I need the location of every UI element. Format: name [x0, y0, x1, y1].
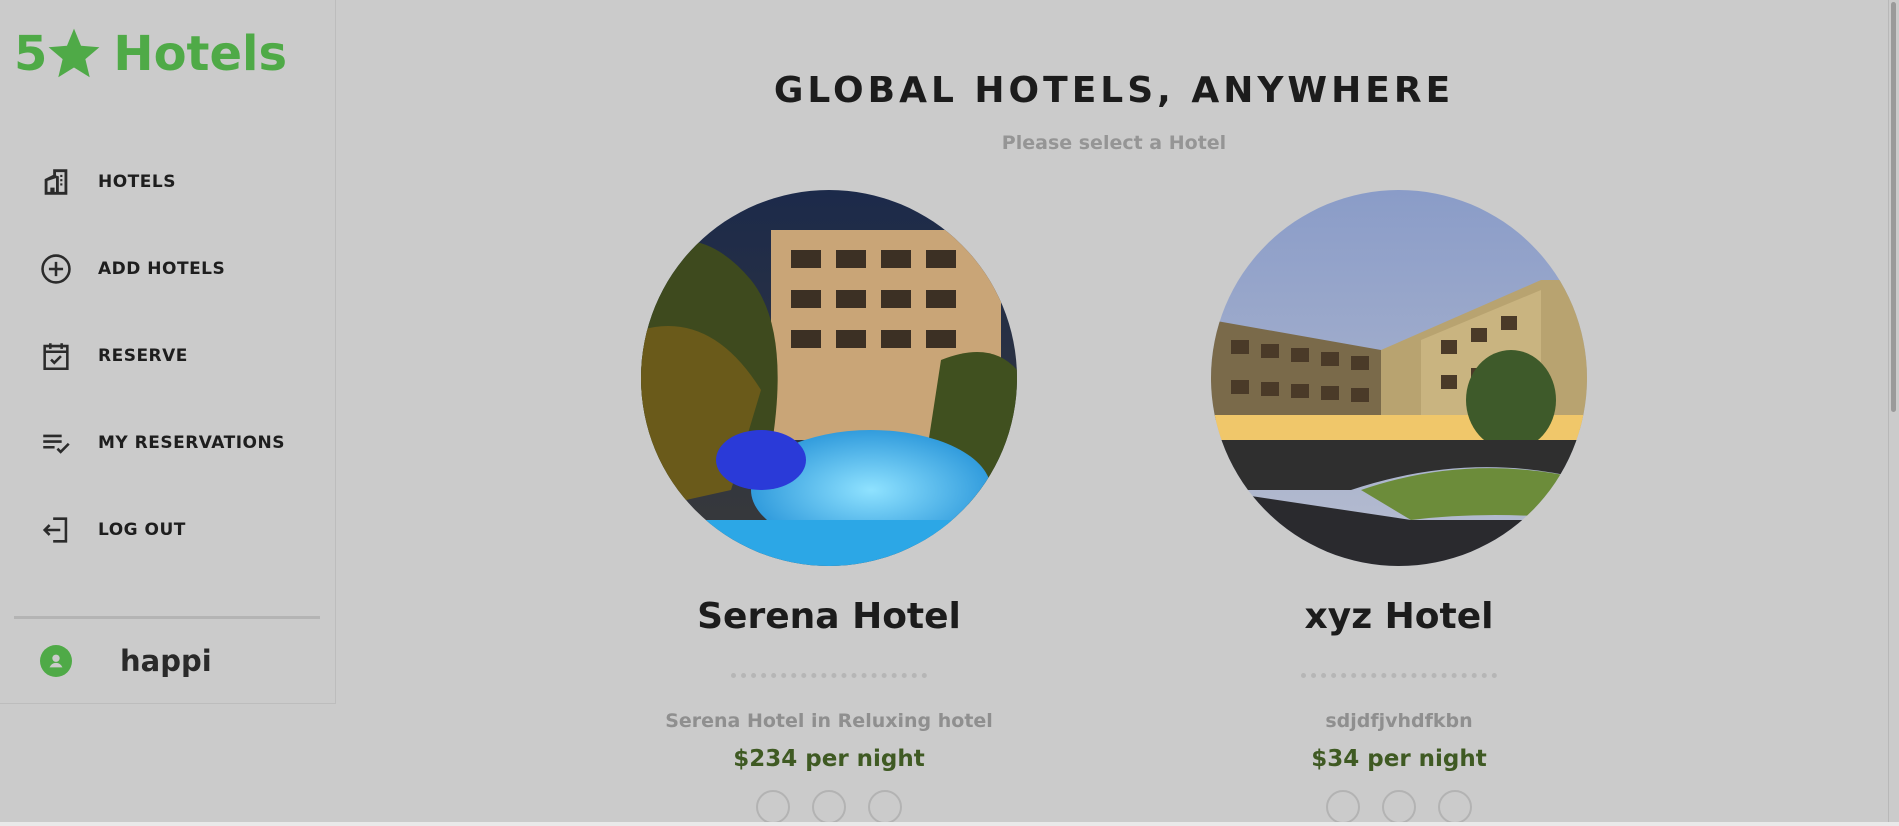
sidebar-item-label: MY RESERVATIONS: [98, 433, 285, 453]
calendar-check-icon: [38, 338, 74, 374]
hotel-card[interactable]: xyz Hotel sdjdfjvhdfkbn $34 per night: [1209, 190, 1589, 824]
dotted-divider: [1301, 673, 1497, 678]
sidebar-item-reserve[interactable]: RESERVE: [0, 326, 336, 386]
dotted-divider: [731, 673, 927, 678]
plus-circle-icon: [38, 251, 74, 287]
sidebar-item-label: RESERVE: [98, 346, 188, 366]
social-icon[interactable]: [1438, 790, 1472, 824]
brand-logo[interactable]: 5 Hotels: [14, 14, 287, 94]
hotel-price: $234 per night: [733, 746, 925, 772]
sidebar-item-label: ADD HOTELS: [98, 259, 226, 279]
hotel-name: Serena Hotel: [697, 596, 961, 637]
hotel-name: xyz Hotel: [1304, 596, 1494, 637]
hotel-description: sdjdfjvhdfkbn: [1325, 710, 1473, 732]
hotel-description: Serena Hotel in Reluxing hotel: [665, 710, 993, 732]
list-check-icon: [38, 425, 74, 461]
social-icon[interactable]: [756, 790, 790, 824]
sidebar-item-log-out[interactable]: LOG OUT: [0, 500, 336, 560]
social-links: [1209, 790, 1589, 824]
hotel-price: $34 per night: [1311, 746, 1487, 772]
sidebar-item-label: HOTELS: [98, 172, 176, 192]
page-bottom-edge: [0, 822, 1899, 826]
page-subtitle: Please select a Hotel: [1001, 132, 1227, 154]
sidebar-item-add-hotels[interactable]: ADD HOTELS: [0, 239, 336, 299]
hotel-card[interactable]: Serena Hotel Serena Hotel in Reluxing ho…: [639, 190, 1019, 824]
social-icon[interactable]: [1326, 790, 1360, 824]
user-avatar-icon: [40, 645, 72, 677]
sidebar-item-label: LOG OUT: [98, 520, 186, 540]
hotel-image[interactable]: [641, 190, 1017, 566]
social-icon[interactable]: [1382, 790, 1416, 824]
brand-name: Hotels: [113, 26, 288, 82]
brand-prefix: 5: [14, 26, 48, 82]
social-icon[interactable]: [868, 790, 902, 824]
hotel-image[interactable]: [1211, 190, 1587, 566]
user-profile[interactable]: happi: [0, 636, 336, 686]
user-name: happi: [120, 644, 212, 678]
star-icon: [45, 25, 103, 83]
logout-icon: [38, 512, 74, 548]
social-icon[interactable]: [812, 790, 846, 824]
sidebar-item-my-reservations[interactable]: MY RESERVATIONS: [0, 413, 336, 473]
social-links: [639, 790, 1019, 824]
building-icon: [38, 164, 74, 200]
main-content: GLOBAL HOTELS, ANYWHERE Please select a …: [336, 0, 1899, 826]
sidebar-divider: [14, 616, 320, 619]
page-title: GLOBAL HOTELS, ANYWHERE: [773, 70, 1455, 111]
sidebar-item-hotels[interactable]: HOTELS: [0, 152, 336, 212]
scrollbar-thumb[interactable]: [1891, 2, 1896, 412]
vertical-scrollbar[interactable]: [1888, 0, 1899, 826]
sidebar: 5 Hotels HOTELS ADD HOTELS RESERVE MY RE…: [0, 0, 336, 704]
